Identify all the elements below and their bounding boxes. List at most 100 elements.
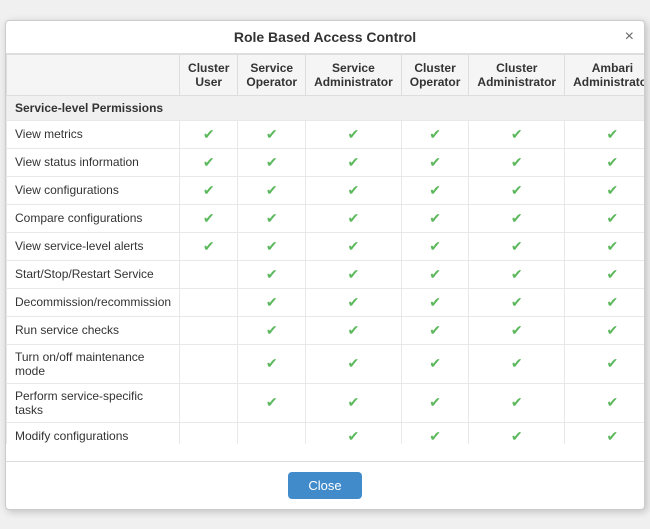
check-icon: ✔ [429, 394, 441, 410]
check-icon: ✔ [607, 182, 619, 198]
row-label: View status information [7, 148, 180, 176]
check-icon: ✔ [429, 266, 441, 282]
table-row: View metrics✔✔✔✔✔✔ [7, 120, 645, 148]
permission-cell: ✔ [238, 316, 306, 344]
check-icon: ✔ [511, 266, 523, 282]
col-service-admin: Service Administrator [306, 54, 402, 95]
permission-cell: ✔ [469, 316, 565, 344]
row-label: Compare configurations [7, 204, 180, 232]
check-icon: ✔ [266, 182, 278, 198]
permission-cell: ✔ [401, 176, 469, 204]
check-icon: ✔ [203, 182, 215, 198]
dialog-title: Role Based Access Control [234, 29, 416, 45]
permission-cell: ✔ [469, 148, 565, 176]
check-icon: ✔ [511, 322, 523, 338]
dialog-footer: Close [6, 461, 644, 509]
permission-cell [180, 260, 238, 288]
permission-cell: ✔ [565, 176, 644, 204]
permission-cell: ✔ [469, 422, 565, 444]
permission-cell [180, 383, 238, 422]
permission-cell: ✔ [306, 316, 402, 344]
row-label: Perform service-specific tasks [7, 383, 180, 422]
permission-cell: ✔ [306, 148, 402, 176]
permission-cell: ✔ [565, 148, 644, 176]
permission-cell: ✔ [306, 176, 402, 204]
permission-cell: ✔ [306, 344, 402, 383]
table-row: Decommission/recommission✔✔✔✔✔ [7, 288, 645, 316]
check-icon: ✔ [348, 154, 360, 170]
check-icon: ✔ [429, 322, 441, 338]
close-button[interactable]: Close [288, 472, 361, 499]
check-icon: ✔ [607, 322, 619, 338]
permission-cell: ✔ [238, 204, 306, 232]
check-icon: ✔ [266, 355, 278, 371]
permission-cell: ✔ [306, 260, 402, 288]
row-label: View configurations [7, 176, 180, 204]
permission-cell: ✔ [180, 204, 238, 232]
check-icon: ✔ [266, 394, 278, 410]
permission-cell [180, 344, 238, 383]
dialog-body: Cluster User Service Operator Service Ad… [6, 54, 644, 461]
permission-cell: ✔ [565, 204, 644, 232]
permission-cell: ✔ [469, 176, 565, 204]
check-icon: ✔ [348, 238, 360, 254]
permission-cell: ✔ [401, 383, 469, 422]
section-header-row: Service-level Permissions [7, 95, 645, 120]
permission-cell: ✔ [238, 148, 306, 176]
table-row: View status information ✔ ✔ ✔ ✔ ✔ ✔ [7, 148, 645, 176]
check-icon: ✔ [429, 154, 441, 170]
check-icon: ✔ [266, 266, 278, 282]
check-icon: ✔ [511, 182, 523, 198]
permission-cell: ✔ [238, 120, 306, 148]
check-icon: ✔ [607, 294, 619, 310]
check-icon: ✔ [266, 126, 278, 142]
table-wrapper[interactable]: Cluster User Service Operator Service Ad… [6, 54, 644, 444]
permission-cell: ✔ [306, 204, 402, 232]
permissions-table: Cluster User Service Operator Service Ad… [6, 54, 644, 444]
table-row: Perform service-specific tasks✔✔✔✔✔ [7, 383, 645, 422]
table-row: Start/Stop/Restart Service✔✔✔✔✔ [7, 260, 645, 288]
check-icon: ✔ [266, 322, 278, 338]
check-icon: ✔ [607, 428, 619, 444]
check-icon: ✔ [511, 428, 523, 444]
permission-cell: ✔ [238, 383, 306, 422]
permission-cell: ✔ [238, 260, 306, 288]
check-icon: ✔ [511, 355, 523, 371]
permission-cell: ✔ [238, 288, 306, 316]
check-icon: ✔ [348, 182, 360, 198]
table-row: Turn on/off maintenance mode✔✔✔✔✔ [7, 344, 645, 383]
table-row: View configurations ✔ ✔ ✔ ✔ ✔ ✔ [7, 176, 645, 204]
check-icon: ✔ [203, 238, 215, 254]
close-x-button[interactable]: × [625, 29, 634, 45]
permission-cell: ✔ [238, 232, 306, 260]
check-icon: ✔ [348, 428, 360, 444]
dialog-header: Role Based Access Control × [6, 21, 644, 54]
check-icon: ✔ [607, 154, 619, 170]
check-icon: ✔ [203, 154, 215, 170]
check-icon: ✔ [429, 182, 441, 198]
col-cluster-operator: Cluster Operator [401, 54, 469, 95]
col-ambari-admin: Ambari Administrator [565, 54, 644, 95]
row-label: Run service checks [7, 316, 180, 344]
check-icon: ✔ [429, 294, 441, 310]
permission-cell: ✔ [401, 148, 469, 176]
permission-cell: ✔ [565, 288, 644, 316]
permission-cell: ✔ [306, 288, 402, 316]
permission-cell: ✔ [565, 120, 644, 148]
check-icon: ✔ [429, 210, 441, 226]
check-icon: ✔ [607, 266, 619, 282]
permission-cell: ✔ [401, 260, 469, 288]
col-cluster-admin: Cluster Administrator [469, 54, 565, 95]
permission-cell: ✔ [565, 232, 644, 260]
check-icon: ✔ [511, 394, 523, 410]
permission-cell: ✔ [401, 422, 469, 444]
table-row: Modify configurations✔✔✔✔ [7, 422, 645, 444]
rbac-dialog: Role Based Access Control × Cluster User… [5, 20, 645, 510]
permission-cell: ✔ [401, 344, 469, 383]
check-icon: ✔ [607, 238, 619, 254]
check-icon: ✔ [266, 154, 278, 170]
permission-cell: ✔ [306, 232, 402, 260]
permission-cell: ✔ [469, 260, 565, 288]
permission-cell: ✔ [180, 148, 238, 176]
check-icon: ✔ [266, 238, 278, 254]
